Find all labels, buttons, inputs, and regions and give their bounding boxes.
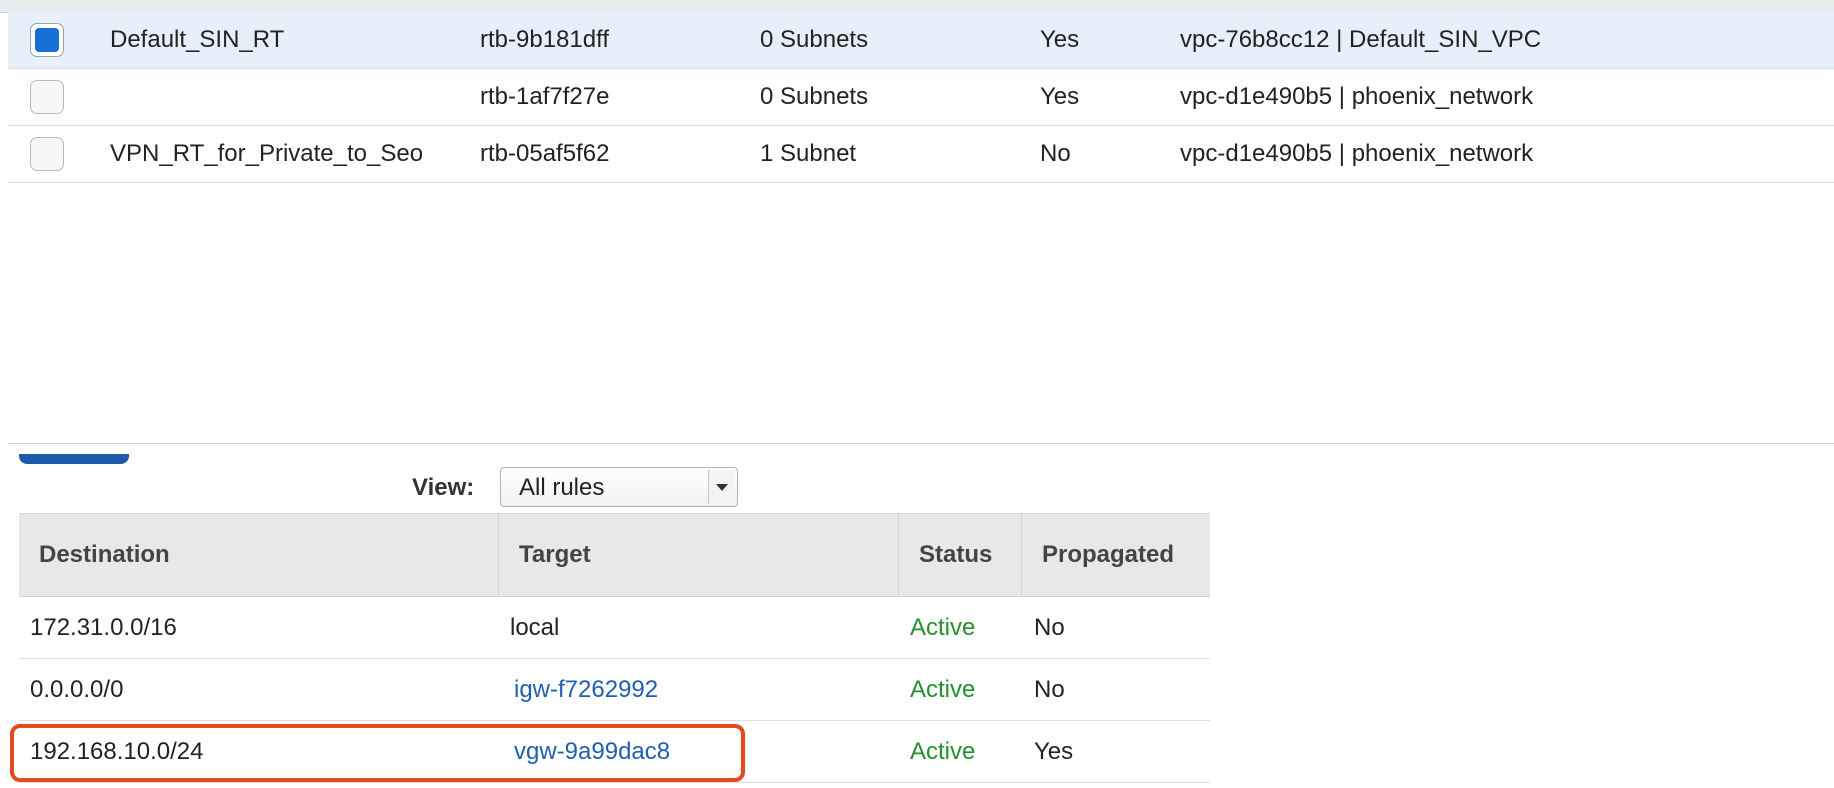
route-table-main: Yes bbox=[1040, 26, 1080, 53]
route-table-row[interactable]: VPN_RT_for_Private_to_Seo rtb-05af5f62 1… bbox=[8, 126, 1834, 183]
view-filter-value: All rules bbox=[519, 474, 605, 501]
route-propagated: No bbox=[1034, 614, 1065, 641]
route-table-associations: 0 Subnets bbox=[760, 83, 869, 110]
route-table-vpc: vpc-d1e490b5 | phoenix_network bbox=[1180, 83, 1534, 110]
route-target-link[interactable]: igw-f7262992 bbox=[514, 659, 658, 720]
route-status: Active bbox=[910, 676, 976, 703]
route-table-vpc: vpc-d1e490b5 | phoenix_network bbox=[1180, 140, 1534, 167]
route-table-id: rtb-9b181dff bbox=[480, 26, 609, 53]
route-table-main: No bbox=[1040, 140, 1071, 167]
route-propagated: No bbox=[1034, 676, 1065, 703]
row-checkbox[interactable] bbox=[30, 137, 64, 171]
column-header-destination[interactable]: Destination bbox=[19, 514, 498, 596]
route-table-name: VPN_RT_for_Private_to_Seo bbox=[110, 140, 424, 167]
view-filter-select[interactable]: All rules bbox=[500, 467, 738, 507]
route-table-vpc: vpc-76b8cc12 | Default_SIN_VPC bbox=[1180, 26, 1542, 53]
panel-divider[interactable] bbox=[8, 443, 1834, 444]
routes-table-header: Destination Target Status Propagated bbox=[19, 513, 1210, 597]
chevron-down-icon[interactable] bbox=[708, 470, 735, 504]
column-header-status[interactable]: Status bbox=[898, 514, 1021, 596]
route-target: local bbox=[510, 614, 560, 641]
route-table-main: Yes bbox=[1040, 83, 1080, 110]
view-filter-label: View: bbox=[412, 474, 475, 501]
route-status: Active bbox=[910, 738, 976, 765]
route-table-list: Default_SIN_RT rtb-9b181dff 0 Subnets Ye… bbox=[8, 12, 1834, 183]
route-table-row[interactable]: rtb-1af7f27e 0 Subnets Yes vpc-d1e490b5 … bbox=[8, 69, 1834, 126]
row-checkbox[interactable] bbox=[30, 80, 64, 114]
table-row: 172.31.0.0/16 local Active No bbox=[19, 597, 1210, 659]
column-header-target[interactable]: Target bbox=[498, 514, 898, 596]
route-table-id: rtb-1af7f27e bbox=[480, 83, 610, 110]
route-table-associations: 1 Subnet bbox=[760, 140, 857, 167]
table-row: 0.0.0.0/0 igw-f7262992 Active No bbox=[19, 659, 1210, 721]
route-status: Active bbox=[910, 614, 976, 641]
route-destination: 0.0.0.0/0 bbox=[30, 676, 124, 703]
route-table-name: Default_SIN_RT bbox=[110, 26, 285, 53]
column-header-propagated[interactable]: Propagated bbox=[1021, 514, 1210, 596]
route-propagated: Yes bbox=[1034, 738, 1074, 765]
highlight-annotation bbox=[10, 724, 745, 782]
route-table-id: rtb-05af5f62 bbox=[480, 140, 610, 167]
active-tab-indicator[interactable] bbox=[19, 454, 129, 464]
route-table-row[interactable]: Default_SIN_RT rtb-9b181dff 0 Subnets Ye… bbox=[8, 12, 1834, 69]
row-checkbox[interactable] bbox=[30, 23, 64, 57]
route-table-associations: 0 Subnets bbox=[760, 26, 869, 53]
route-destination: 172.31.0.0/16 bbox=[30, 614, 177, 641]
